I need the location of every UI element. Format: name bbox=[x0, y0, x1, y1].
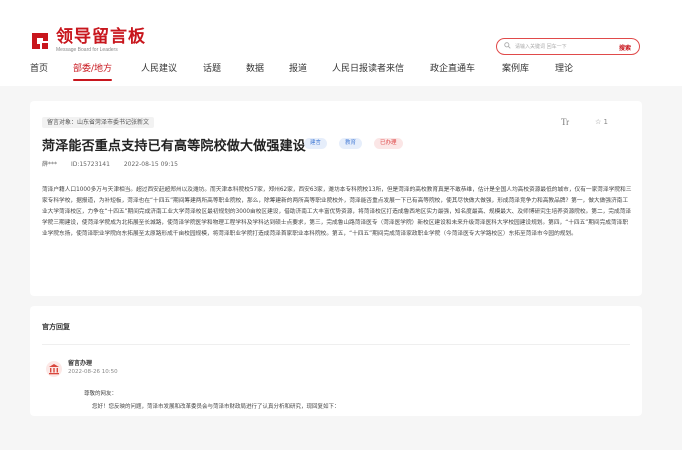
logo-icon bbox=[30, 31, 50, 51]
brand-subtitle: Message Board for Leaders bbox=[56, 47, 118, 53]
nav-item-topics[interactable]: 话题 bbox=[203, 62, 221, 76]
message-body: 菏泽户籍人口1000多万与天津相当。超过西安赶超郑州以及潍坊。而天津本科院校57… bbox=[42, 187, 632, 237]
official-reply-card: 官方回复 留言办理 2022-08-26 10:50 尊敬的网友： 您好！您反映… bbox=[30, 306, 642, 416]
message-meta: 薛*** ID:15723141 2022-08-15 09:15 bbox=[42, 159, 190, 168]
nav-item-readers-letters[interactable]: 人民日报读者来信 bbox=[332, 62, 404, 76]
badge-education: 教育 bbox=[339, 138, 363, 149]
reply-body: 您好！您反映的问题，菏泽市发展和改革委员会与菏泽市财政局进行了认真分析和研究，现… bbox=[92, 404, 340, 410]
main-nav: 首页 部委/地方 人民建议 话题 数据 报道 人民日报读者来信 政企直通车 案例… bbox=[0, 62, 682, 86]
message-id: ID:15723141 bbox=[70, 161, 110, 168]
logo-text: 领导留言板 Message Board for Leaders bbox=[56, 28, 146, 54]
favorite-count: 1 bbox=[603, 118, 608, 126]
nav-item-home[interactable]: 首页 bbox=[30, 62, 48, 76]
reply-greeting: 尊敬的网友： bbox=[84, 391, 118, 397]
star-icon: ☆ bbox=[595, 118, 602, 126]
nav-item-data[interactable]: 数据 bbox=[246, 62, 264, 76]
badge-status: 已办理 bbox=[374, 138, 403, 149]
search-box: 搜索 bbox=[496, 38, 640, 55]
nav-item-ministries-local[interactable]: 部委/地方 bbox=[73, 62, 113, 81]
government-building-icon bbox=[46, 361, 62, 377]
nav-item-theory[interactable]: 理论 bbox=[555, 62, 573, 76]
message-datetime: 2022-08-15 09:15 bbox=[123, 161, 178, 168]
brand-title: 领导留言板 bbox=[56, 27, 146, 47]
search-input[interactable] bbox=[515, 39, 611, 54]
reply-org: 留言办理 bbox=[68, 360, 93, 367]
message-card: 留言对象：山东省菏泽市委书记张新文 Tr ☆ 1 菏泽能否重点支持已有高等院校做… bbox=[30, 101, 642, 296]
site-logo[interactable]: 领导留言板 Message Board for Leaders bbox=[30, 28, 146, 54]
message-title: 菏泽能否重点支持已有高等院校做大做强建设 bbox=[42, 139, 307, 154]
message-target-tag: 留言对象：山东省菏泽市委书记张新文 bbox=[42, 117, 155, 128]
search-icon bbox=[504, 42, 511, 49]
reply-datetime: 2022-08-26 10:50 bbox=[68, 369, 118, 375]
font-size-icon[interactable]: Tr bbox=[561, 117, 569, 127]
nav-item-gov-enterprise[interactable]: 政企直通车 bbox=[430, 62, 475, 76]
reply-divider bbox=[42, 344, 630, 345]
nav-item-reports[interactable]: 报道 bbox=[289, 62, 307, 76]
nav-active-indicator bbox=[73, 79, 113, 81]
favorite-button[interactable]: ☆ 1 bbox=[595, 118, 608, 126]
reply-heading: 官方回复 bbox=[42, 323, 70, 331]
author-name: 薛*** bbox=[42, 161, 58, 168]
nav-item-people-suggestions[interactable]: 人民建议 bbox=[141, 62, 177, 76]
nav-item-case-library[interactable]: 案例库 bbox=[502, 62, 529, 76]
search-button[interactable]: 搜索 bbox=[619, 43, 631, 52]
site-header: 领导留言板 Message Board for Leaders 搜索 首页 部委… bbox=[0, 0, 682, 86]
badge-suggestion: 建言 bbox=[304, 138, 328, 149]
